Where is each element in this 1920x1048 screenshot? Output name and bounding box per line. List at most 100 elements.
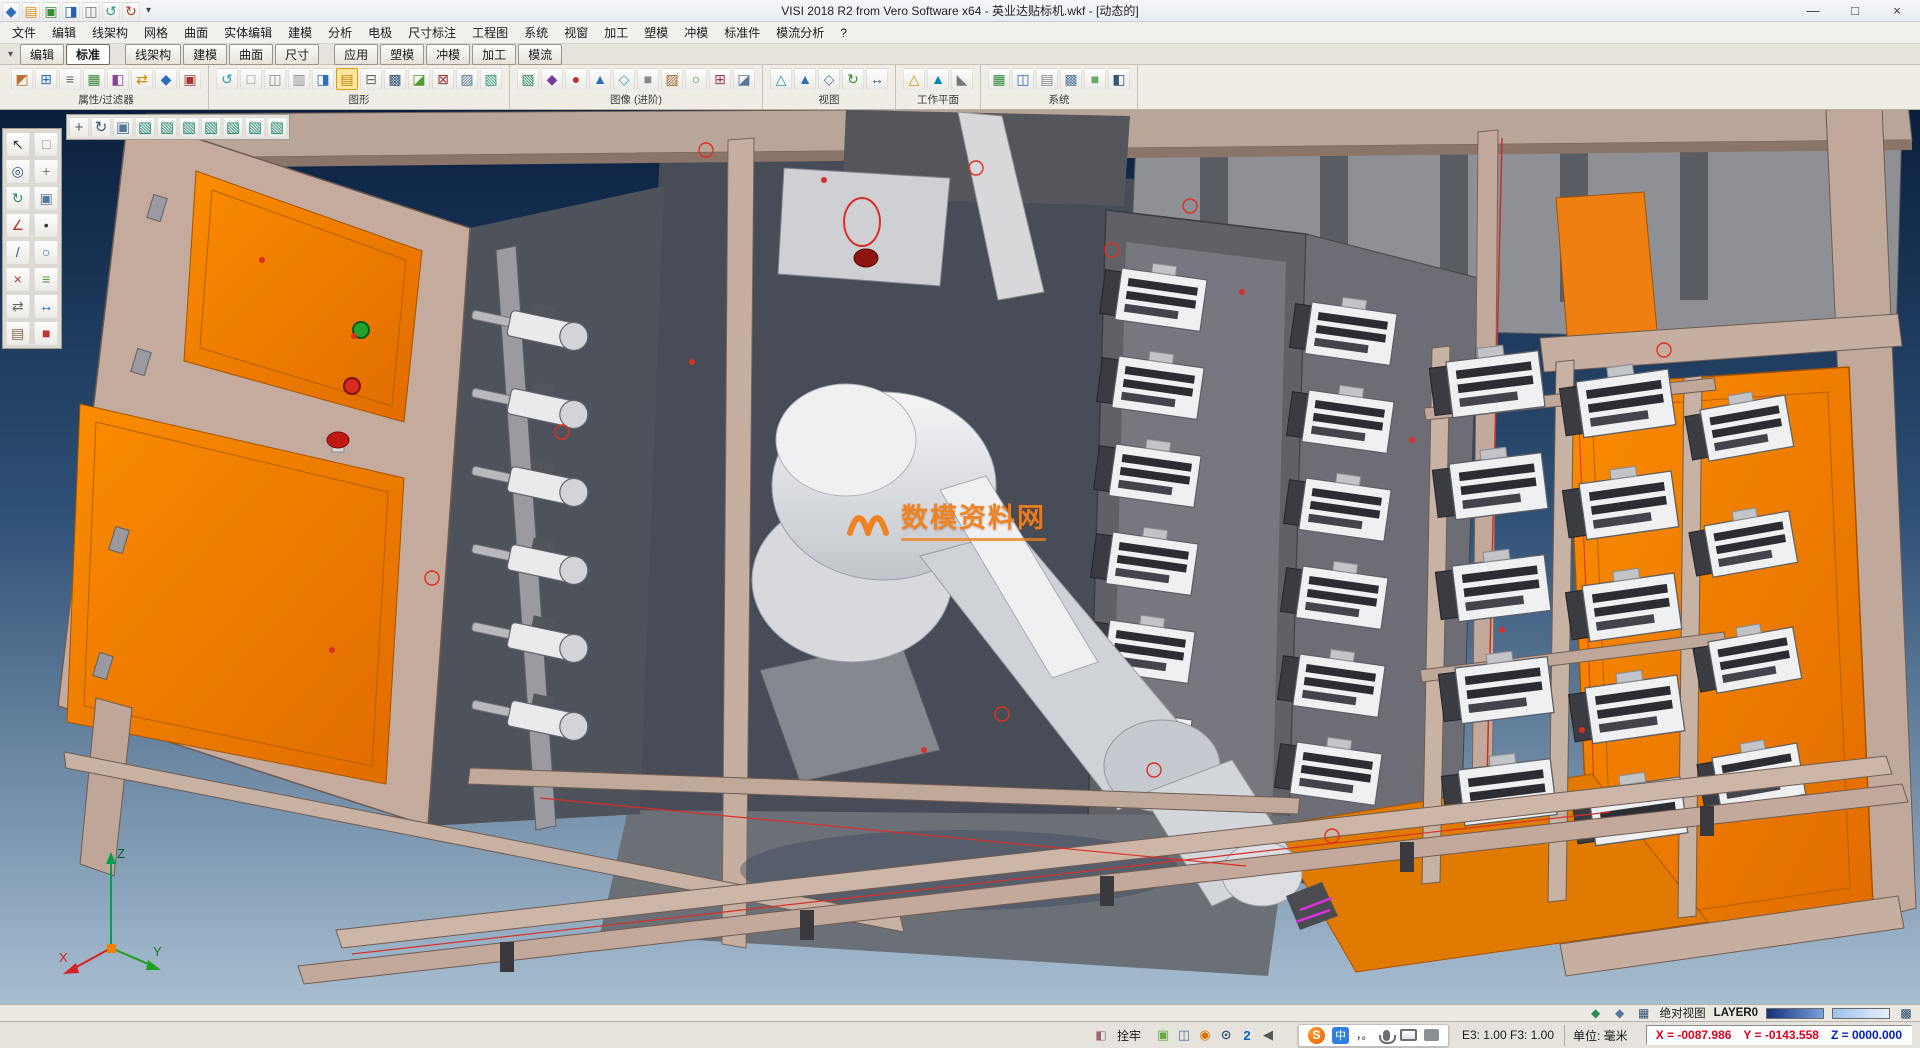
circle-icon[interactable]: ○ xyxy=(34,240,58,264)
app-icon[interactable]: ◆ xyxy=(2,2,20,20)
clock-icon[interactable]: ⊙ xyxy=(1218,1027,1234,1043)
ime-language-toggle[interactable]: 中 xyxy=(1332,1027,1349,1044)
trim-icon[interactable]: × xyxy=(6,267,30,291)
blue-page-icon[interactable]: ◨ xyxy=(312,68,334,90)
menu-item[interactable]: 视窗 xyxy=(556,22,596,43)
refresh-graphics-icon[interactable]: ↺ xyxy=(216,68,238,90)
ime-toolbox-icon[interactable] xyxy=(1424,1029,1439,1041)
menu-item[interactable]: 网格 xyxy=(136,22,176,43)
workplane-origin-icon[interactable]: + xyxy=(69,117,89,137)
save-icon[interactable]: ◨ xyxy=(62,2,80,20)
keyboard-icon[interactable] xyxy=(1400,1029,1417,1041)
view-mode-label[interactable]: 绝对视图 xyxy=(1660,1005,1706,1021)
print-icon[interactable]: ◫ xyxy=(82,2,100,20)
grid-settings-icon[interactable]: ▦ xyxy=(988,68,1010,90)
ime-punctuation-toggle[interactable]: ，。 xyxy=(1356,1027,1373,1043)
render-mode-icon[interactable]: ▣ xyxy=(1155,1027,1171,1043)
menu-item[interactable]: 塑模 xyxy=(636,22,676,43)
blank-page-icon[interactable]: □ xyxy=(240,68,262,90)
cube-view-right-icon[interactable]: ▧ xyxy=(201,117,221,137)
view-rotate-icon[interactable]: ↻ xyxy=(842,68,864,90)
snap-paint-icon[interactable]: ◧ xyxy=(1093,1027,1109,1043)
menu-item[interactable]: 曲面 xyxy=(176,22,216,43)
group-icon[interactable]: ⊟ xyxy=(360,68,382,90)
menu-item[interactable]: 线架构 xyxy=(84,22,136,43)
pan-icon[interactable]: + xyxy=(34,159,58,183)
volume-icon[interactable]: ◀ xyxy=(1260,1027,1276,1043)
point-icon[interactable]: • xyxy=(34,213,58,237)
ribbon-tab[interactable]: 尺寸 xyxy=(275,44,319,65)
menu-item[interactable]: 系统 xyxy=(516,22,556,43)
show-all-icon[interactable]: ▧ xyxy=(480,68,502,90)
box-select-icon[interactable]: □ xyxy=(34,132,58,156)
ribbon-tab[interactable]: 冲模 xyxy=(426,44,470,65)
offset-icon[interactable]: ≡ xyxy=(34,267,58,291)
ribbon-tab[interactable]: 应用 xyxy=(334,44,378,65)
active-layer-label[interactable]: LAYER0 xyxy=(1714,1007,1758,1019)
maximize-button[interactable]: □ xyxy=(1834,0,1876,21)
background-color-swatch[interactable] xyxy=(1832,1008,1890,1019)
menu-item[interactable]: 编辑 xyxy=(44,22,84,43)
wireframe-icon[interactable]: ⊠ xyxy=(432,68,454,90)
system-half-icon[interactable]: ◧ xyxy=(1108,68,1130,90)
menu-item[interactable]: 模流分析 xyxy=(768,22,832,43)
ribbon-tab[interactable]: 标准 xyxy=(66,44,110,65)
menu-item[interactable]: 分析 xyxy=(320,22,360,43)
cube-view-bottom-icon[interactable]: ▧ xyxy=(245,117,265,137)
light-icon[interactable]: ● xyxy=(565,68,587,90)
tabbar-dropdown-icon[interactable]: ▾ xyxy=(4,49,17,60)
view-iso-icon[interactable]: ◇ xyxy=(818,68,840,90)
cube-view-left-icon[interactable]: ▧ xyxy=(179,117,199,137)
layer-filter-icon[interactable]: ▦ xyxy=(83,68,105,90)
zoom-fit-icon[interactable]: ▣ xyxy=(113,117,133,137)
close-button[interactable]: × xyxy=(1876,0,1918,21)
open-file-icon[interactable]: ▣ xyxy=(42,2,60,20)
transparency-icon[interactable]: ◇ xyxy=(613,68,635,90)
quick-access-dropdown-icon[interactable]: ▾ xyxy=(142,5,155,16)
menu-item[interactable]: ? xyxy=(832,24,855,42)
redo-icon[interactable]: ↻ xyxy=(122,2,140,20)
menu-item[interactable]: 尺寸标注 xyxy=(400,22,464,43)
screenshot-icon[interactable]: ◫ xyxy=(1176,1027,1192,1043)
system-block-icon[interactable]: ■ xyxy=(1084,68,1106,90)
hatch-icon[interactable]: ▩ xyxy=(384,68,406,90)
cube-view-front-icon[interactable]: ▧ xyxy=(157,117,177,137)
dynamic-section-icon[interactable]: ○ xyxy=(685,68,707,90)
swap-filter-icon[interactable]: ⇄ xyxy=(131,68,153,90)
menu-item[interactable]: 文件 xyxy=(4,22,44,43)
minimize-button[interactable]: — xyxy=(1792,0,1834,21)
measure-icon[interactable]: ∠ xyxy=(6,213,30,237)
mirror-icon[interactable]: ⇄ xyxy=(6,294,30,318)
menu-item[interactable]: 实体编辑 xyxy=(216,22,280,43)
menu-item[interactable]: 建模 xyxy=(280,22,320,43)
shadow-icon[interactable]: ▲ xyxy=(589,68,611,90)
system-list-icon[interactable]: ▤ xyxy=(1036,68,1058,90)
ribbon-tab[interactable]: 塑模 xyxy=(380,44,424,65)
zoom-icon[interactable]: ◎ xyxy=(6,159,30,183)
ribbon-tab[interactable]: 曲面 xyxy=(229,44,273,65)
hide-icon[interactable]: ▨ xyxy=(456,68,478,90)
material-icon[interactable]: ◆ xyxy=(541,68,563,90)
menu-item[interactable]: 冲模 xyxy=(676,22,716,43)
workplane-indicator-icon[interactable]: ◆ xyxy=(1588,1005,1604,1021)
analysis-view-icon[interactable]: ◪ xyxy=(733,68,755,90)
ribbon-tab[interactable]: 加工 xyxy=(472,44,516,65)
cube-view-iso-icon[interactable]: ▧ xyxy=(267,117,287,137)
layer-palette-icon[interactable]: ▩ xyxy=(1898,1005,1914,1021)
ribbon-tab[interactable]: 编辑 xyxy=(20,44,64,65)
menu-item[interactable]: 电极 xyxy=(360,22,400,43)
view-refresh-icon[interactable]: ↻ xyxy=(91,117,111,137)
layers-icon[interactable]: ▤ xyxy=(6,321,30,345)
reset-filter-icon[interactable]: ▣ xyxy=(179,68,201,90)
properties-list-icon[interactable]: ≡ xyxy=(59,68,81,90)
cube-view-top-icon[interactable]: ▧ xyxy=(135,117,155,137)
select-arrow-icon[interactable]: ↖ xyxy=(6,132,30,156)
pinwheel-icon[interactable]: ◉ xyxy=(1197,1027,1213,1043)
texture-icon[interactable]: ■ xyxy=(637,68,659,90)
filter-icon[interactable]: ⊞ xyxy=(35,68,57,90)
rotate-view-icon[interactable]: ↻ xyxy=(6,186,30,210)
fit-view-icon[interactable]: ▣ xyxy=(34,186,58,210)
cube-view-back-icon[interactable]: ▧ xyxy=(223,117,243,137)
delete-icon[interactable]: ■ xyxy=(34,321,58,345)
lock-label[interactable]: 拴牢 xyxy=(1117,1027,1141,1044)
